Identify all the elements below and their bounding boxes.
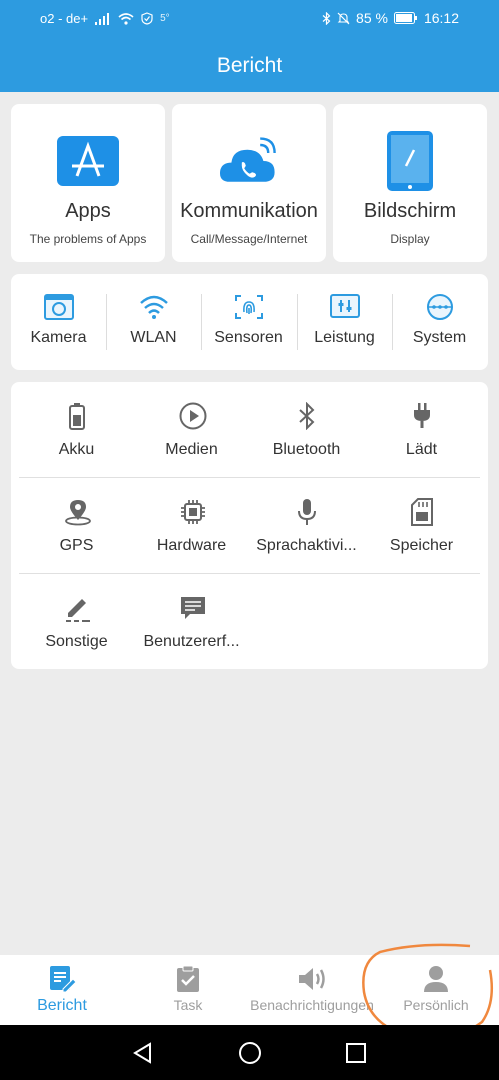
- chip-icon: [179, 498, 205, 526]
- clock: 16:12: [423, 10, 459, 26]
- grid-sprachaktivierung[interactable]: Sprachaktivi...: [249, 478, 364, 574]
- nav-bericht-label: Bericht: [37, 997, 87, 1014]
- category-wlan-label: WLAN: [130, 329, 177, 346]
- grid-medien[interactable]: Medien: [134, 382, 249, 478]
- wifi-icon: [139, 294, 169, 322]
- card-kommunikation[interactable]: Kommunikation Call/Message/Internet: [172, 104, 326, 262]
- fingerprint-icon: [234, 294, 264, 322]
- card-kommunikation-label: Kommunikation: [180, 200, 318, 222]
- card-apps-label: Apps: [65, 200, 111, 222]
- page-title: Bericht: [216, 54, 283, 77]
- nav-benachrichtigungen-label: Benachrichtigungen: [250, 997, 374, 1013]
- grid-hardware-label: Hardware: [156, 537, 227, 554]
- system-navigation-bar: [0, 1025, 499, 1080]
- nav-persoenlich[interactable]: Persönlich: [390, 955, 482, 1025]
- category-kamera-label: Kamera: [30, 329, 87, 346]
- grid-gps[interactable]: GPS: [19, 478, 134, 574]
- feedback-icon: [179, 594, 205, 622]
- category-sensoren-label: Sensoren: [214, 329, 283, 346]
- wifi-status-icon: [118, 12, 134, 25]
- grid-sonstige-label: Sonstige: [45, 633, 108, 650]
- speaker-icon: [297, 965, 327, 993]
- grid-speicher[interactable]: Speicher: [364, 478, 479, 574]
- microphone-icon: [294, 498, 320, 526]
- performance-icon: [329, 294, 360, 322]
- phone-cloud-icon: [217, 132, 281, 190]
- tablet-icon: [378, 131, 442, 191]
- grid-laedt-label: Lädt: [405, 441, 438, 458]
- shield-icon: [141, 12, 153, 25]
- category-system-label: System: [412, 329, 467, 346]
- nav-task[interactable]: Task: [140, 955, 236, 1025]
- category-sensoren[interactable]: Sensoren: [201, 274, 296, 370]
- camera-icon: [43, 294, 74, 322]
- card-apps-sub: The problems of Apps: [29, 232, 147, 246]
- bluetooth-status-icon: [322, 11, 331, 25]
- grid-bluetooth[interactable]: Bluetooth: [249, 382, 364, 478]
- issue-grid: Akku Medien Bluetooth Lädt GPS Hardware: [11, 382, 488, 669]
- location-icon: [64, 498, 91, 526]
- sd-card-icon: [409, 498, 435, 526]
- category-system[interactable]: System: [392, 274, 487, 370]
- grid-hardware[interactable]: Hardware: [134, 478, 249, 574]
- play-icon: [179, 402, 206, 430]
- grid-speicher-label: Speicher: [389, 537, 454, 554]
- status-bar: o2 - de+ 5° 85 % 16:12: [0, 0, 499, 38]
- clipboard-check-icon: [173, 965, 203, 993]
- bottom-navigation: Bericht Task Benachrichtigungen Persönli…: [0, 955, 499, 1025]
- quick-categories: Kamera WLAN Sensoren Leistung System: [11, 274, 488, 370]
- temperature-text: 5°: [160, 13, 170, 24]
- app-header: o2 - de+ 5° 85 % 16:12 Bericht: [0, 0, 499, 92]
- category-kamera[interactable]: Kamera: [11, 274, 106, 370]
- card-apps[interactable]: Apps The problems of Apps: [11, 104, 165, 262]
- back-icon[interactable]: [132, 1042, 154, 1064]
- battery-status-icon: [393, 12, 417, 24]
- system-icon: [425, 294, 455, 322]
- grid-benutzererfahrung[interactable]: Benutzererf...: [134, 574, 249, 670]
- card-bildschirm-label: Bildschirm: [363, 200, 457, 222]
- battery-icon: [64, 402, 90, 430]
- recents-icon[interactable]: [345, 1042, 367, 1064]
- grid-medien-label: Medien: [165, 441, 218, 458]
- mute-icon: [337, 12, 350, 24]
- grid-laedt[interactable]: Lädt: [364, 382, 479, 478]
- signal-icon: [95, 12, 110, 25]
- pencil-icon: [64, 594, 90, 622]
- grid-benutzererfahrung-label: Benutzererf...: [143, 633, 240, 650]
- home-icon[interactable]: [238, 1041, 262, 1065]
- person-icon: [421, 965, 451, 993]
- category-leistung[interactable]: Leistung: [297, 274, 392, 370]
- grid-sprachaktivierung-label: Sprachaktivi...: [256, 537, 357, 554]
- nav-persoenlich-label: Persönlich: [403, 997, 469, 1013]
- grid-akku[interactable]: Akku: [19, 382, 134, 478]
- plug-icon: [409, 402, 435, 430]
- nav-benachrichtigungen[interactable]: Benachrichtigungen: [244, 955, 380, 1025]
- grid-gps-label: GPS: [59, 537, 94, 554]
- card-kommunikation-sub: Call/Message/Internet: [190, 232, 308, 246]
- card-bildschirm-sub: Display: [390, 232, 430, 246]
- category-leistung-label: Leistung: [314, 329, 375, 346]
- nav-bericht[interactable]: Bericht: [14, 955, 110, 1025]
- battery-percent: 85 %: [356, 10, 388, 26]
- card-bildschirm[interactable]: Bildschirm Display: [333, 104, 487, 262]
- nav-task-label: Task: [173, 997, 203, 1013]
- grid-akku-label: Akku: [58, 441, 95, 458]
- grid-sonstige[interactable]: Sonstige: [19, 574, 134, 670]
- carrier-text: o2 - de+: [40, 11, 89, 26]
- report-icon: [47, 965, 77, 993]
- grid-bluetooth-label: Bluetooth: [272, 441, 341, 458]
- app-store-icon: [56, 132, 120, 190]
- bluetooth-icon: [294, 401, 320, 431]
- category-wlan[interactable]: WLAN: [106, 274, 201, 370]
